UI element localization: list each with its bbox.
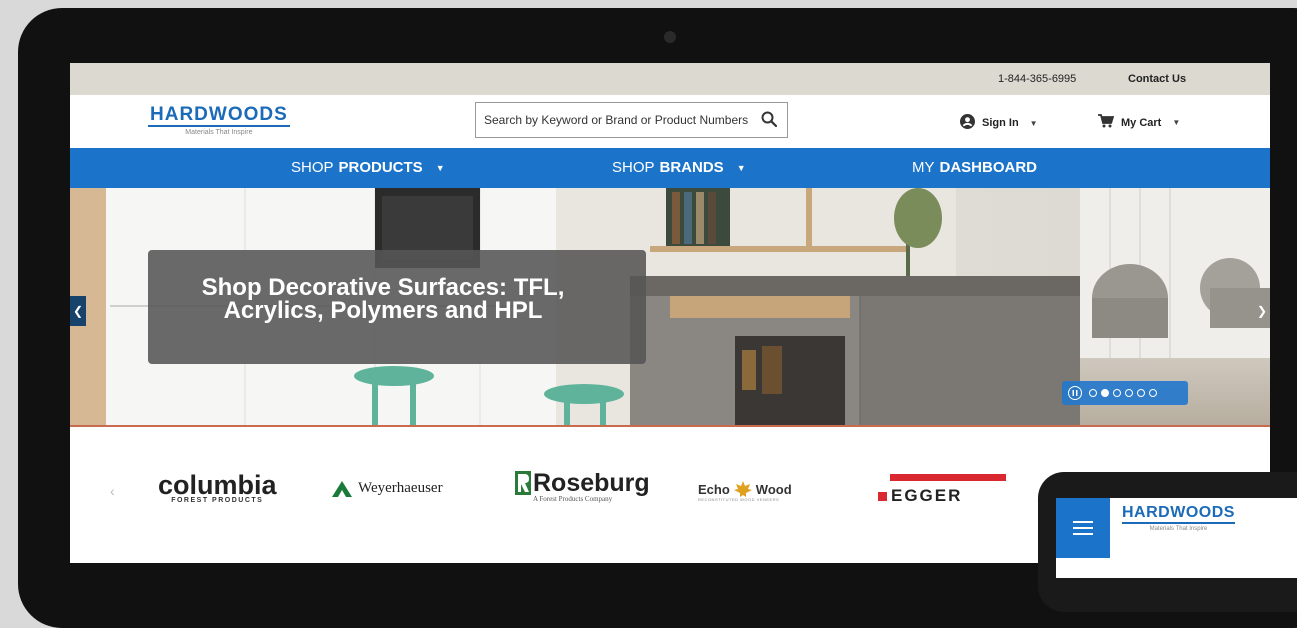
pause-icon[interactable]: [1068, 386, 1082, 400]
brand-name: EGGER: [891, 486, 963, 505]
user-icon: [960, 114, 975, 132]
logo-wordmark: HARDWOODS: [148, 104, 290, 127]
chevron-down-icon: ▼: [435, 163, 445, 173]
chevron-down-icon: ▼: [1029, 118, 1038, 128]
brand-name: Weyerhaeuser: [358, 480, 443, 496]
search-icon[interactable]: [761, 111, 778, 132]
phone-link[interactable]: 1-844-365-6995: [998, 73, 1076, 85]
chevron-left-icon[interactable]: ‹: [110, 483, 115, 499]
hamburger-menu-button[interactable]: [1056, 498, 1110, 558]
cart-label: My Cart: [1121, 116, 1162, 129]
egger-bar: [890, 474, 1006, 481]
hamburger-icon: [1073, 521, 1093, 535]
brand-name: columbia: [158, 470, 277, 500]
egger-square-icon: [878, 491, 887, 501]
nav-label: PRODUCTS: [338, 159, 423, 176]
hero-title: Shop Decorative Surfaces: TFL, Acrylics,…: [148, 276, 618, 324]
utility-bar: 1-844-365-6995 Contact Us: [70, 63, 1270, 95]
tablet-screen: HARDWOODS Materials That Inspire: [1056, 498, 1297, 578]
tablet-site-logo[interactable]: HARDWOODS Materials That Inspire: [1122, 504, 1235, 532]
chevron-down-icon: ▼: [1172, 118, 1181, 127]
carousel-dot[interactable]: [1137, 389, 1145, 397]
nav-shop-products[interactable]: SHOP PRODUCTS ▼: [291, 148, 445, 188]
main-nav: SHOP PRODUCTS ▼ SHOP BRANDS ▼ MY DASHBOA…: [70, 148, 1270, 188]
sign-in-menu[interactable]: Sign In ▼: [960, 114, 1038, 132]
hero-carousel: Shop Decorative Surfaces: TFL, Acrylics,…: [70, 188, 1270, 425]
logo-tagline: Materials That Inspire: [1149, 526, 1208, 532]
brand-logo-roseburg[interactable]: Roseburg A Forest Products Company: [515, 471, 650, 503]
nav-label: BRANDS: [659, 159, 724, 176]
brand-name: Roseburg: [533, 469, 650, 497]
brand-name: Echo: [698, 481, 730, 497]
brand-logo-weyerhaeuser[interactable]: Weyerhaeuser: [332, 480, 443, 497]
logo-wordmark: HARDWOODS: [1122, 504, 1235, 524]
nav-prefix: SHOP: [291, 159, 334, 176]
brand-subtitle: RECONSTITUTED WOOD VENEERS: [698, 497, 780, 502]
brand-logo-columbia[interactable]: columbia FOREST PRODUCTS: [158, 470, 277, 505]
nav-my-dashboard[interactable]: MY DASHBOARD: [912, 148, 1037, 188]
logo-tagline: Materials That Inspire: [185, 129, 253, 136]
site-header: HARDWOODS Materials That Inspire Sign In…: [70, 95, 1270, 148]
nav-prefix: SHOP: [612, 159, 655, 176]
weyerhaeuser-mark-icon: [332, 480, 352, 497]
carousel-dot[interactable]: [1089, 389, 1097, 397]
roseburg-mark-icon: [515, 471, 531, 495]
nav-shop-brands[interactable]: SHOP BRANDS ▼: [612, 148, 746, 188]
chevron-down-icon: ▼: [736, 163, 746, 173]
chevron-right-icon: ❯: [1256, 304, 1268, 318]
hero-caption[interactable]: Shop Decorative Surfaces: TFL, Acrylics,…: [148, 250, 646, 364]
camera-icon: [664, 31, 676, 43]
brand-logo-egger[interactable]: EGGER: [878, 474, 1006, 506]
carousel-dot[interactable]: [1113, 389, 1121, 397]
brand-name-secondary: Wood: [755, 481, 792, 497]
brand-subtitle: FOREST PRODUCTS: [171, 497, 264, 504]
search-input[interactable]: [476, 103, 754, 137]
cart-menu[interactable]: My Cart ▼: [1098, 114, 1180, 131]
cart-icon: [1098, 114, 1115, 131]
site-logo[interactable]: HARDWOODS Materials That Inspire: [148, 105, 290, 136]
nav-prefix: MY: [912, 159, 935, 176]
hero-title-line: Acrylics, Polymers and HPL: [223, 297, 543, 324]
carousel-dot-active[interactable]: [1101, 389, 1109, 397]
search-box: [475, 102, 788, 138]
sign-in-label: Sign In: [982, 117, 1019, 129]
chevron-left-icon: ❮: [72, 304, 84, 318]
carousel-dot[interactable]: [1149, 389, 1157, 397]
carousel-next-button[interactable]: ❯: [1254, 296, 1270, 326]
brand-logo-echo-wood[interactable]: Echo Wood RECONSTITUTED WOOD VENEERS: [698, 481, 792, 502]
contact-us-link[interactable]: Contact Us: [1128, 73, 1186, 85]
carousel-indicators: [1062, 381, 1188, 405]
carousel-dot[interactable]: [1125, 389, 1133, 397]
carousel-prev-button[interactable]: ❮: [70, 296, 86, 326]
nav-label: DASHBOARD: [939, 159, 1038, 176]
maple-leaf-icon: [733, 481, 752, 497]
